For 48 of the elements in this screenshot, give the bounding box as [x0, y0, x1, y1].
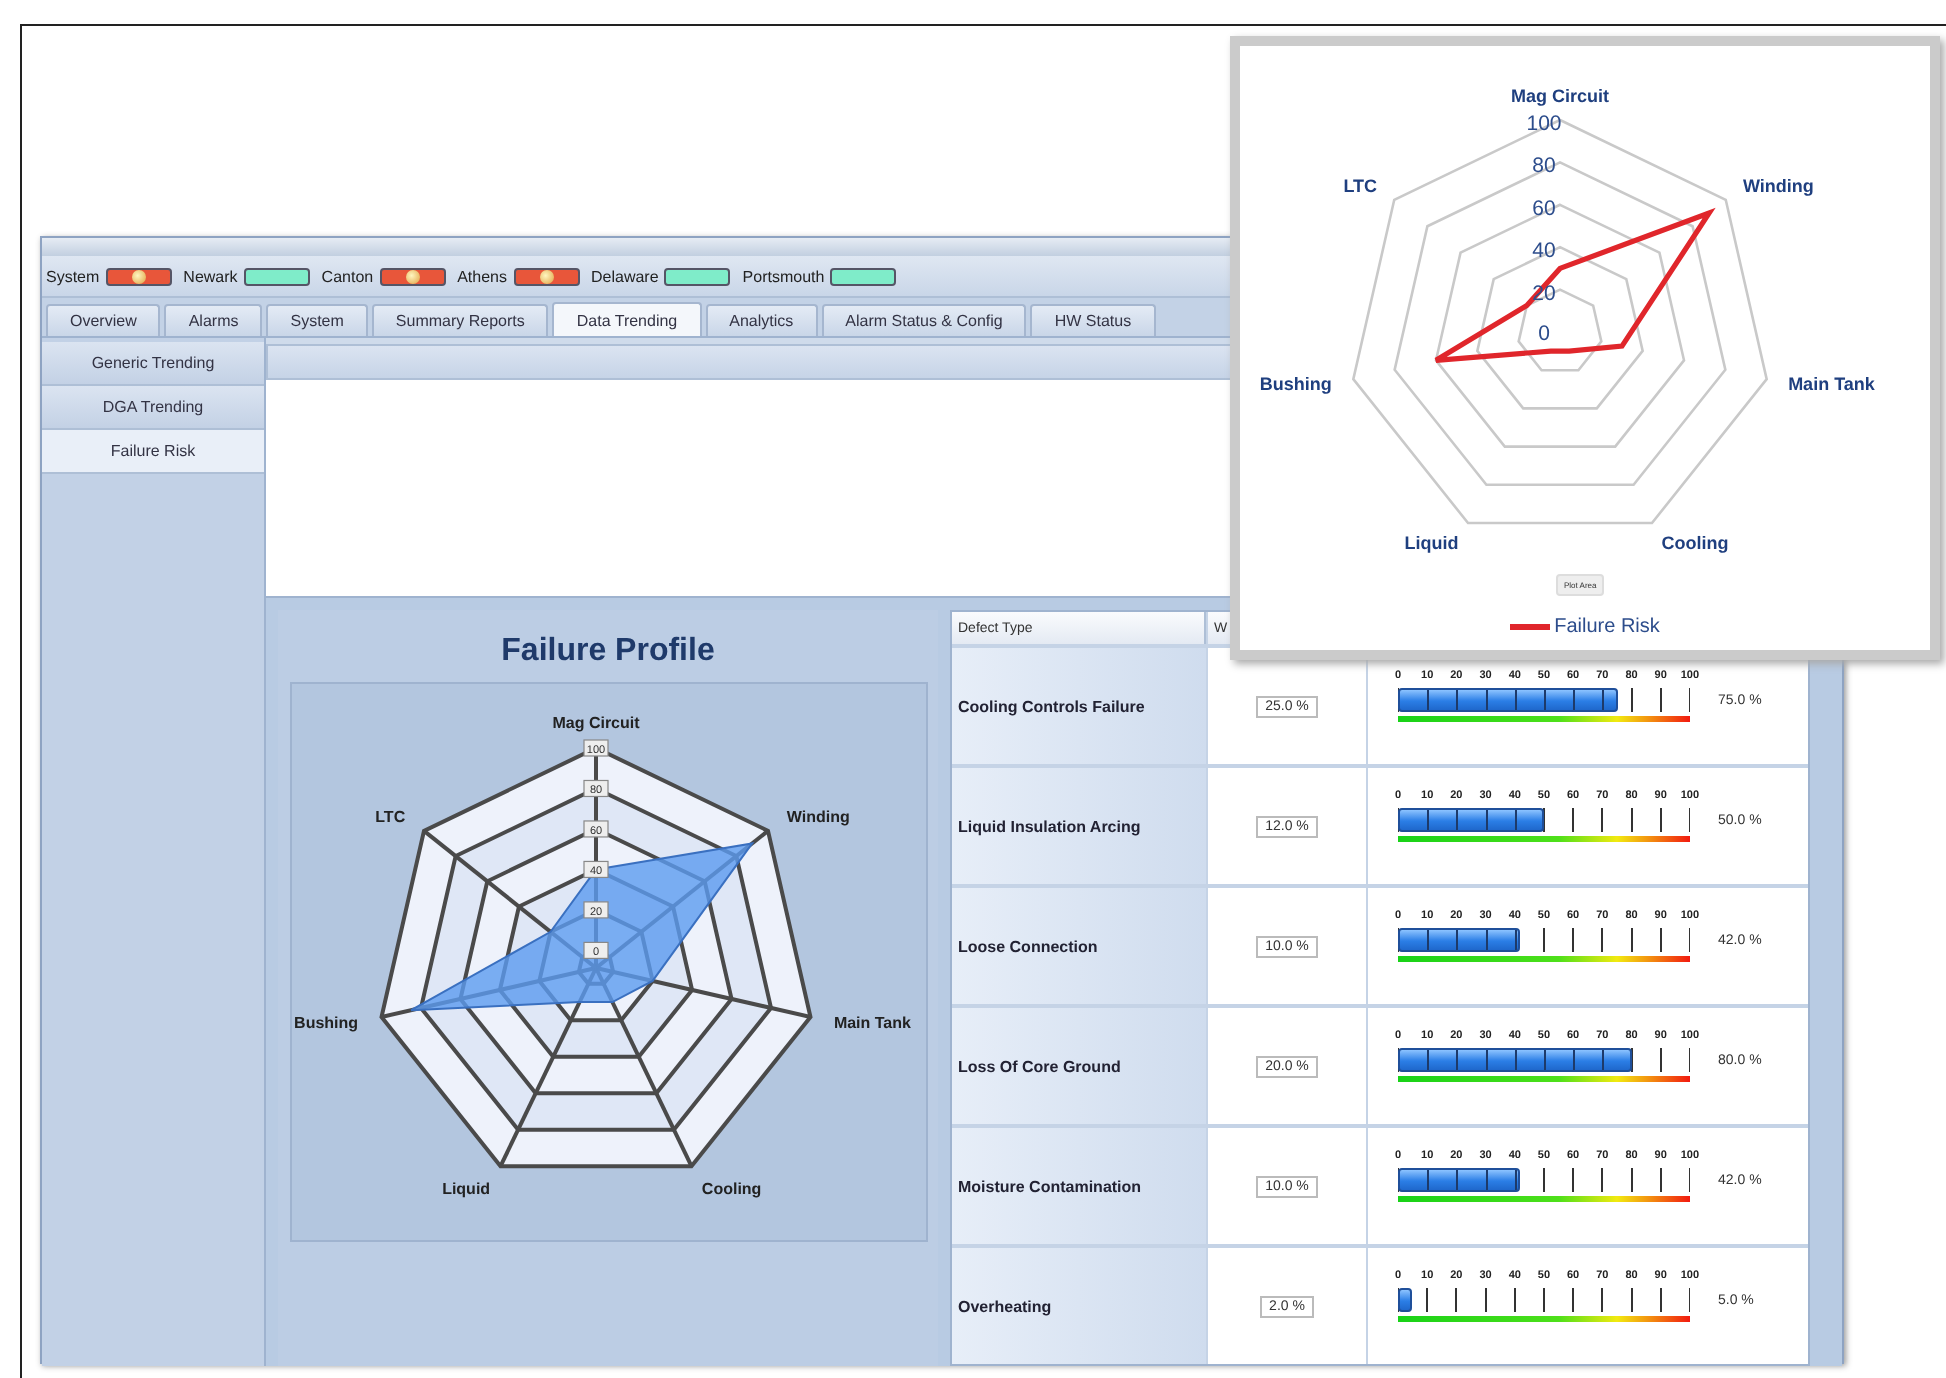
alarm-light-icon	[539, 269, 553, 283]
tab[interactable]: Summary Reports	[371, 304, 549, 336]
defect-name: Liquid Insulation Arcing	[952, 768, 1206, 884]
axis-label: Mag Circuit	[551, 714, 639, 732]
axis-label: Bushing	[293, 1014, 358, 1033]
axis-label: Mag Circuit	[1511, 86, 1609, 106]
station-label: Newark	[183, 267, 238, 285]
legend-label: Failure Risk	[1554, 616, 1660, 638]
axis-label: LTC	[374, 807, 405, 826]
station-label: System	[46, 267, 100, 285]
station-label: Portsmouth	[742, 267, 825, 285]
tick-label: 60	[1532, 196, 1556, 221]
axis-label: LTC	[1343, 176, 1378, 197]
axis-label: Liquid	[1404, 532, 1459, 553]
alarm-light-icon	[131, 269, 146, 283]
defect-name: Cooling Controls Failure	[952, 648, 1206, 764]
sidebar-item[interactable]: DGA Trending	[42, 386, 264, 430]
station-label: Athens	[457, 267, 507, 285]
tab[interactable]: Data Trending	[552, 302, 702, 336]
tab[interactable]: Alarm Status & Config	[821, 304, 1027, 336]
tick-label: 100	[1526, 112, 1562, 136]
tab[interactable]: Overview	[46, 304, 161, 336]
tab[interactable]: System	[266, 304, 368, 336]
tab[interactable]: Analytics	[705, 304, 818, 336]
axis-label: Bushing	[1259, 374, 1332, 395]
axis-label: Main Tank	[832, 1014, 910, 1033]
tick-label: 80	[1532, 154, 1556, 179]
chart-title: Failure Profile	[501, 634, 715, 672]
tab[interactable]: Alarms	[164, 304, 263, 336]
axis-label: Winding	[785, 807, 849, 826]
station-label: Delaware	[591, 267, 659, 285]
alarm-light-icon	[405, 269, 420, 283]
axis-label: Main Tank	[1788, 374, 1875, 395]
defect-name: Loose Connection	[952, 888, 1206, 1004]
tick-label: 40	[1532, 239, 1556, 264]
tab[interactable]: HW Status	[1030, 304, 1156, 336]
sidebar-item[interactable]: Generic Trending	[42, 342, 264, 386]
axis-label: Winding	[1742, 176, 1814, 197]
station-label: Canton	[321, 267, 374, 285]
axis-label: Cooling	[700, 1179, 761, 1198]
axis-label: Cooling	[1661, 532, 1729, 553]
legend-swatch	[1510, 624, 1551, 630]
defect-name: Moisture Contamination	[952, 1128, 1206, 1244]
axis-label: Liquid	[441, 1179, 490, 1198]
defect-name: Loss Of Core Ground	[952, 1008, 1206, 1124]
defect-name: Overheating	[952, 1248, 1206, 1364]
tick-label: 0	[1538, 322, 1550, 346]
sidebar-item[interactable]: Failure Risk	[42, 430, 264, 474]
